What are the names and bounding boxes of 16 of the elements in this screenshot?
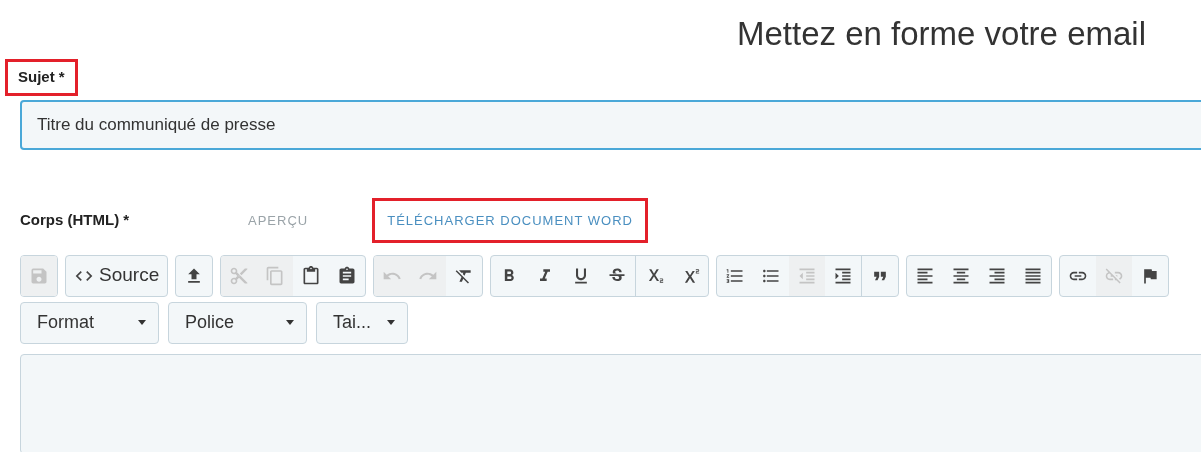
subject-field[interactable]: Titre du communiqué de presse bbox=[20, 99, 1201, 150]
clipboard-text-icon bbox=[337, 265, 358, 286]
clipboard-icon bbox=[301, 265, 322, 286]
subject-label: Sujet * bbox=[8, 62, 75, 93]
toolbar-button[interactable]: Source bbox=[66, 255, 168, 296]
caret-icon bbox=[286, 320, 294, 325]
dropdown[interactable]: Format bbox=[20, 301, 159, 344]
copy-icon bbox=[265, 265, 286, 286]
dropdown[interactable]: Tai... bbox=[316, 301, 408, 344]
body-label: Corps (HTML) * bbox=[20, 210, 131, 231]
caret-icon bbox=[387, 320, 395, 325]
scissors-icon bbox=[229, 265, 250, 286]
page-title: Mettez en forme votre email bbox=[737, 14, 1146, 54]
dropdown[interactable]: Police bbox=[168, 301, 307, 344]
caret-icon bbox=[138, 320, 146, 325]
editor-tab[interactable]: TÉLÉCHARGER DOCUMENT WORD bbox=[375, 200, 645, 241]
